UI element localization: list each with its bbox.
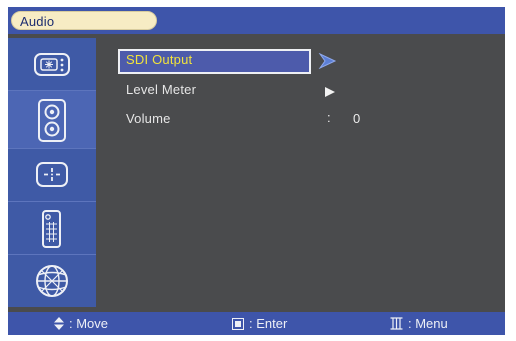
sidebar — [8, 38, 96, 307]
submenu-arrow-icon[interactable] — [318, 53, 338, 69]
sidebar-item-position[interactable] — [8, 149, 96, 202]
up-down-arrow-icon — [54, 317, 64, 330]
sidebar-item-audio[interactable] — [8, 91, 96, 149]
speaker-icon — [38, 99, 66, 142]
menu-hint-label: : Menu — [408, 316, 448, 331]
title-bar: Audio — [8, 7, 505, 34]
volume-value[interactable]: 0 — [353, 111, 360, 126]
menu-hint: : Menu — [390, 316, 448, 331]
enter-button-icon — [232, 318, 244, 330]
title-tab: Audio — [11, 11, 157, 30]
sidebar-item-picture[interactable] — [8, 38, 96, 91]
move-hint-label: : Move — [69, 316, 109, 331]
enter-hint-label: : Enter — [249, 316, 288, 331]
page-title: Audio — [20, 14, 55, 29]
enter-hint: : Enter — [232, 316, 287, 331]
picture-icon — [34, 53, 70, 76]
volume-separator: : — [327, 110, 331, 125]
globe-icon — [36, 265, 68, 297]
menu-item-label: Volume — [126, 111, 171, 126]
osd-window: Audio SDI Output Level Meter Volume: 0 … — [8, 7, 505, 335]
footer-hint-bar: : Move : Enter : Menu — [8, 312, 505, 335]
menu-panel: SDI Output Level Meter Volume : 0 — [96, 38, 505, 307]
remote-control-icon — [42, 210, 61, 248]
menu-item-label: SDI Output — [126, 52, 193, 67]
menu-button-icon — [390, 317, 403, 330]
submenu-arrow-icon[interactable] — [324, 86, 336, 98]
menu-item-label: Level Meter — [126, 82, 197, 97]
position-icon — [36, 162, 68, 187]
sidebar-item-setup[interactable] — [8, 255, 96, 308]
move-hint: : Move — [54, 316, 108, 331]
sidebar-item-remote[interactable] — [8, 202, 96, 255]
